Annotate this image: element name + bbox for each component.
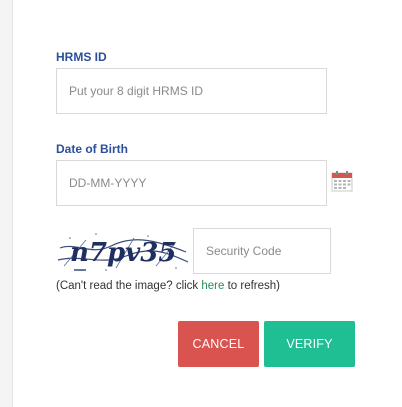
security-code-placeholder: Security Code bbox=[206, 244, 282, 258]
date-of-birth-label: Date of Birth bbox=[56, 142, 128, 156]
verify-button[interactable]: VERIFY bbox=[264, 321, 355, 367]
security-code-input[interactable]: Security Code bbox=[193, 228, 331, 274]
calendar-icon[interactable] bbox=[331, 170, 353, 192]
hrms-id-placeholder: Put your 8 digit HRMS ID bbox=[69, 84, 204, 98]
captcha-image: n7pv35 bbox=[56, 226, 190, 274]
cancel-button[interactable]: CANCEL bbox=[178, 321, 259, 367]
hrms-id-input[interactable]: Put your 8 digit HRMS ID bbox=[56, 68, 327, 114]
refresh-link[interactable]: here bbox=[201, 280, 224, 292]
hrms-id-label: HRMS ID bbox=[56, 50, 107, 64]
date-of-birth-input[interactable]: DD-MM-YYYY bbox=[56, 160, 327, 206]
captcha-text: n7pv35 bbox=[70, 238, 176, 268]
refresh-hint-prefix: (Can't read the image? click bbox=[56, 280, 202, 292]
date-of-birth-placeholder: DD-MM-YYYY bbox=[69, 176, 147, 190]
refresh-hint: (Can't read the image? click here to ref… bbox=[56, 280, 280, 292]
refresh-hint-suffix: to refresh) bbox=[224, 280, 281, 292]
